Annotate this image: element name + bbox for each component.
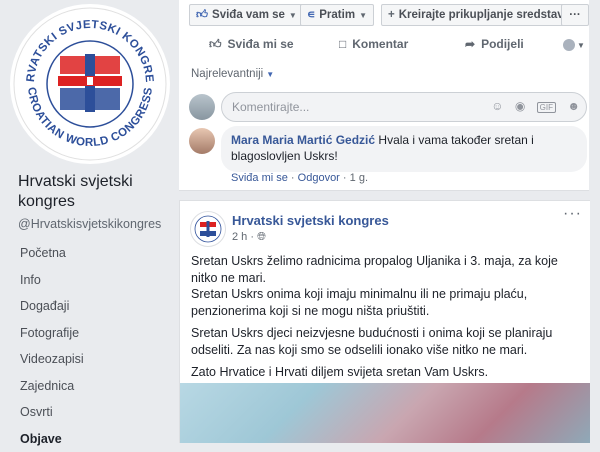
comment-input[interactable]: Komentirajte... ☺ ◉ GIF ☻ — [221, 92, 587, 122]
chevron-down-icon: ▼ — [266, 70, 274, 79]
post-paragraph: Sretan Uskrs djeci neizvjesne budućnosti… — [191, 325, 583, 358]
chevron-down-icon: ▼ — [359, 6, 367, 26]
plus-icon: + — [388, 5, 395, 25]
sidebar-item-objave[interactable]: Objave — [10, 426, 178, 452]
commenter-avatar[interactable] — [189, 128, 215, 154]
main-column: 👍︎Sviđa vam se▼ ∊Pratim▼ +Kreirajte prik… — [179, 0, 600, 442]
post-author-avatar[interactable] — [190, 211, 226, 247]
current-user-avatar[interactable] — [189, 94, 215, 120]
post-image[interactable] — [180, 383, 590, 443]
comments-section: Najrelevantniji▼ Komentirajte... ☺ ◉ GIF… — [179, 60, 589, 191]
create-fundraiser-button[interactable]: +Kreirajte prikupljanje sredstava — [381, 4, 579, 26]
sidebar-item-zajednica[interactable]: Zajednica — [10, 373, 178, 400]
comment-reply-link[interactable]: Odgovor — [298, 172, 340, 184]
chevron-down-icon: ▼ — [577, 41, 585, 50]
sidebar-item-videozapisi[interactable]: Videozapisi — [10, 346, 178, 373]
post-card: Hrvatski svjetski kongres 2 h · 🌐︎ ··· S… — [179, 200, 590, 443]
comment-author[interactable]: Mara Maria Martić Gedzić — [231, 133, 375, 147]
sidebar-item-pocetna[interactable]: Početna — [10, 240, 178, 267]
globe-icon: 🌐︎ — [257, 231, 266, 243]
page-handle[interactable]: @Hrvatskisvjetskikongres — [18, 217, 161, 231]
camera-icon[interactable]: ◉ — [515, 99, 525, 113]
gif-icon[interactable]: GIF — [537, 102, 556, 113]
post-text: Sretan Uskrs želimo radnicima propalog U… — [191, 253, 583, 387]
thumbs-up-icon: 👍︎ — [209, 28, 222, 60]
congress-logo-small — [191, 212, 225, 246]
sidebar-nav: Početna Info Događaji Fotografije Videoz… — [10, 240, 178, 452]
comment-like-link[interactable]: Sviđa mi se — [231, 172, 288, 184]
comment-icon: □ — [339, 28, 346, 60]
rss-icon: ∊ — [307, 5, 315, 25]
sidebar-item-fotografije[interactable]: Fotografije — [10, 320, 178, 347]
page-avatar-icon — [563, 39, 575, 51]
comment-bubble: Mara Maria Martić Gedzić Hvala i vama ta… — [221, 126, 587, 172]
thumbs-up-icon: 👍︎ — [196, 5, 208, 25]
page-action-bar: 👍︎Sviđa vam se▼ ∊Pratim▼ +Kreirajte prik… — [179, 0, 589, 29]
share-button[interactable]: ➦Podijeli — [465, 28, 524, 60]
page-sidebar: HRVATSKI SVJETSKI KONGRES CROATIAN WORLD… — [0, 0, 178, 442]
comment-time[interactable]: 1 g. — [350, 172, 368, 184]
sticker-icon[interactable]: ☻ — [567, 99, 580, 113]
comment-button[interactable]: □Komentar — [339, 28, 408, 60]
more-options-button[interactable]: ··· — [561, 4, 589, 26]
page-title[interactable]: Hrvatski svjetski kongres — [18, 172, 178, 212]
croatian-world-congress-logo: HRVATSKI SVJETSKI KONGRES CROATIAN WORLD… — [10, 4, 170, 164]
follow-button[interactable]: ∊Pratim▼ — [300, 4, 374, 26]
emoji-icon[interactable]: ☺ — [491, 99, 503, 113]
comment-meta: Sviđa mi se · Odgovor · 1 g. — [231, 172, 368, 184]
sidebar-item-osvrti[interactable]: Osvrti — [10, 399, 178, 426]
post-actions-bar: 👍︎Sviđa mi se □Komentar ➦Podijeli ▼ — [179, 28, 589, 61]
post-more-button[interactable]: ··· — [563, 205, 582, 223]
reaction-selector[interactable]: ▼ — [563, 28, 585, 60]
post-timestamp[interactable]: 2 h · 🌐︎ — [232, 231, 266, 244]
like-page-button[interactable]: 👍︎Sviđa vam se▼ — [189, 4, 304, 26]
post-author[interactable]: Hrvatski svjetski kongres — [232, 213, 389, 228]
like-button[interactable]: 👍︎Sviđa mi se — [209, 28, 294, 60]
sidebar-item-dogadaji[interactable]: Događaji — [10, 293, 178, 320]
comment-sort-dropdown[interactable]: Najrelevantniji▼ — [191, 68, 274, 80]
sidebar-item-info[interactable]: Info — [10, 267, 178, 294]
page-logo[interactable]: HRVATSKI SVJETSKI KONGRES CROATIAN WORLD… — [10, 4, 170, 164]
chevron-down-icon: ▼ — [289, 6, 297, 26]
post-paragraph: Zato Hrvatice i Hrvati diljem svijeta sr… — [191, 364, 583, 381]
share-icon: ➦ — [465, 28, 475, 60]
post-paragraph: Sretan Uskrs želimo radnicima propalog U… — [191, 253, 583, 319]
